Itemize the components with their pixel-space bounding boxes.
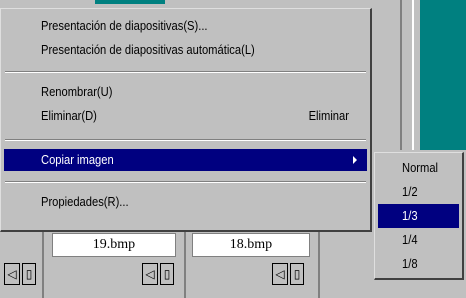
menu-item-rename[interactable]: Renombrar(U) bbox=[4, 81, 367, 103]
menu-item-label: Eliminar(D) bbox=[41, 108, 97, 123]
divider bbox=[412, 0, 414, 150]
thumbnail-preview-top bbox=[95, 0, 165, 4]
menu-item-properties[interactable]: Propiedades(R)... bbox=[4, 191, 367, 213]
thumbnail-preview-right bbox=[420, 0, 466, 150]
divider bbox=[318, 230, 320, 298]
submenu-item-label: 1/8 bbox=[402, 256, 418, 271]
submenu-item-label: 1/4 bbox=[402, 232, 418, 247]
menu-separator bbox=[5, 71, 366, 73]
card-icon[interactable]: ▯ bbox=[22, 263, 36, 285]
menu-item-label: Propiedades(R)... bbox=[41, 194, 129, 209]
card-icon[interactable]: ▯ bbox=[290, 263, 304, 285]
menu-item-label: Renombrar(U) bbox=[41, 84, 113, 99]
submenu-item-1-8[interactable]: 1/8 bbox=[378, 252, 459, 276]
sound-icon[interactable]: ◁ bbox=[272, 263, 288, 285]
copy-image-submenu: Normal 1/2 1/3 1/4 1/8 bbox=[374, 152, 464, 280]
sound-icon[interactable]: ◁ bbox=[142, 263, 158, 285]
divider bbox=[184, 230, 186, 298]
submenu-item-label: 1/2 bbox=[402, 184, 418, 199]
menu-item-slideshow[interactable]: Presentación de diapositivas(S)... bbox=[4, 15, 367, 37]
menu-item-label: Presentación de diapositivas automática(… bbox=[41, 42, 255, 57]
menu-item-copy-image[interactable]: Copiar imagen bbox=[4, 149, 367, 171]
menu-item-delete[interactable]: Eliminar(D) Eliminar bbox=[4, 105, 367, 127]
menu-item-label: Copiar imagen bbox=[41, 152, 114, 167]
menu-item-label: Presentación de diapositivas(S)... bbox=[41, 18, 208, 33]
submenu-item-normal[interactable]: Normal bbox=[378, 156, 459, 180]
submenu-item-label: Normal bbox=[402, 160, 439, 175]
submenu-item-1-3[interactable]: 1/3 bbox=[378, 204, 459, 228]
menu-separator bbox=[5, 139, 366, 141]
context-menu: Presentación de diapositivas(S)... Prese… bbox=[0, 8, 372, 232]
menu-item-shortcut: Eliminar bbox=[308, 108, 349, 123]
submenu-arrow-icon bbox=[353, 156, 357, 164]
submenu-item-1-2[interactable]: 1/2 bbox=[378, 180, 459, 204]
submenu-item-1-4[interactable]: 1/4 bbox=[378, 228, 459, 252]
submenu-item-label: 1/3 bbox=[402, 208, 418, 223]
card-icon[interactable]: ▯ bbox=[160, 263, 174, 285]
divider bbox=[400, 0, 402, 150]
sound-icon[interactable]: ◁ bbox=[4, 263, 20, 285]
thumbnail-filename[interactable]: 18.bmp bbox=[192, 233, 310, 257]
menu-item-auto-slideshow[interactable]: Presentación de diapositivas automática(… bbox=[4, 39, 367, 61]
menu-separator bbox=[5, 181, 366, 183]
divider bbox=[42, 230, 44, 298]
thumbnail-filename[interactable]: 19.bmp bbox=[52, 233, 176, 257]
